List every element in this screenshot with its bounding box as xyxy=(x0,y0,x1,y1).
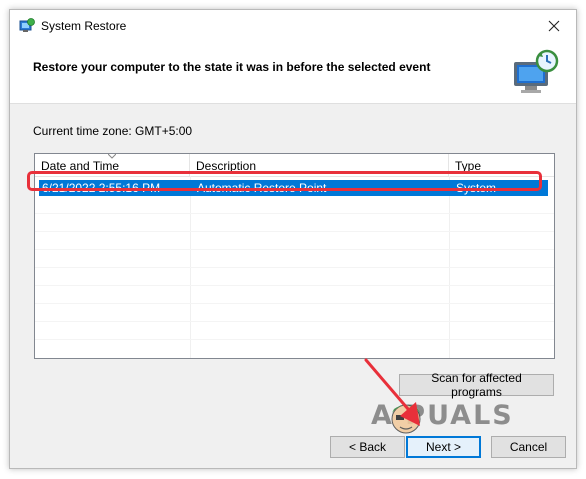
row-divider xyxy=(35,231,554,232)
row-divider xyxy=(35,267,554,268)
wizard-header: Restore your computer to the state it wa… xyxy=(10,43,576,104)
annotation-arrow-icon xyxy=(364,358,420,426)
timezone-label: Current time zone: GMT+5:00 xyxy=(33,124,193,138)
system-restore-header-icon xyxy=(514,49,559,93)
row-divider xyxy=(35,285,554,286)
row-divider xyxy=(35,213,554,214)
row-divider xyxy=(35,321,554,322)
window-title: System Restore xyxy=(41,19,127,33)
row-divider xyxy=(35,249,554,250)
header-title: Restore your computer to the state it wa… xyxy=(33,60,431,74)
system-restore-app-icon xyxy=(19,18,35,32)
sort-arrow-icon xyxy=(108,154,116,159)
close-button[interactable] xyxy=(532,10,576,42)
title-bar: System Restore xyxy=(10,10,576,43)
row-divider xyxy=(35,339,554,340)
close-icon xyxy=(548,20,560,32)
row-divider xyxy=(35,303,554,304)
selection-highlight-annotation xyxy=(27,171,542,191)
